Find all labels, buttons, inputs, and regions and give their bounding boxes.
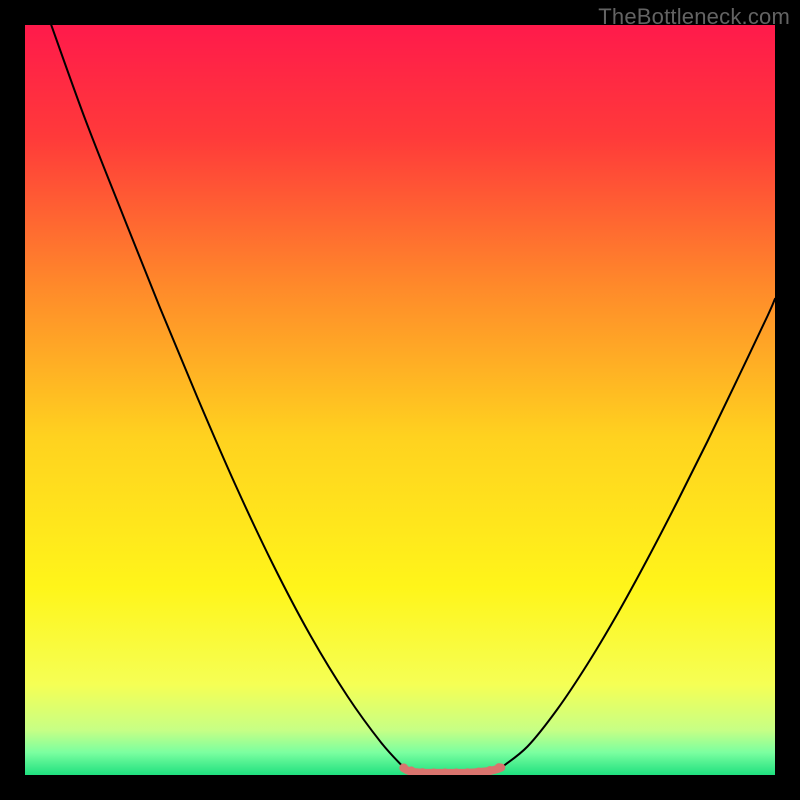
gradient-background <box>25 25 775 775</box>
chart-container: TheBottleneck.com <box>0 0 800 800</box>
chart-point <box>495 763 504 772</box>
chart-point <box>486 766 495 775</box>
watermark-text: TheBottleneck.com <box>598 4 790 30</box>
chart-plot <box>25 25 775 775</box>
chart-point <box>407 766 416 775</box>
